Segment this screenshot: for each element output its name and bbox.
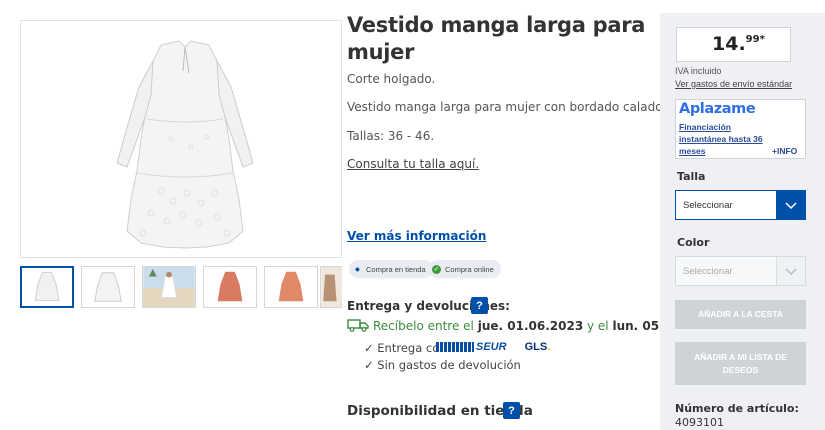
product-info: Vestido manga larga para mujer <box>347 12 647 66</box>
dress-thumbnail <box>204 267 256 307</box>
availability-help-button[interactable]: ? <box>503 402 520 419</box>
article-number: 4093101 <box>675 416 724 429</box>
thumbnail-3[interactable] <box>142 266 196 308</box>
vat-note: IVA incluido <box>675 66 722 76</box>
color-select-value: Seleccionar <box>683 266 733 277</box>
model-photo-thumbnail <box>321 267 342 307</box>
chevron-down-icon[interactable] <box>776 191 805 219</box>
aplazame-more-info[interactable]: +INFO <box>772 146 797 156</box>
gls-logo: GLS. <box>524 341 551 353</box>
dress-thumbnail <box>82 267 134 307</box>
thumbnail-strip <box>20 266 342 310</box>
dress-thumbnail <box>265 267 317 307</box>
dress-thumbnail <box>22 268 72 306</box>
aplazame-logo: Aplazame <box>679 101 756 117</box>
truck-icon <box>347 319 369 332</box>
product-fit: Corte holgado. <box>347 72 436 86</box>
add-to-wishlist-button[interactable]: AÑADIR A MI LISTA DE DESEOS <box>675 342 806 385</box>
more-info-link[interactable]: Ver más información <box>347 229 486 243</box>
seur-logo: SEUR <box>436 341 507 353</box>
price-main: 14. <box>712 33 746 55</box>
size-guide-link[interactable]: Consulta tu talla aquí. <box>347 157 479 171</box>
article-number-label: Número de artículo: <box>675 402 799 415</box>
size-select-value: Seleccionar <box>683 200 733 211</box>
gls-logo-text: GLS <box>524 341 548 353</box>
shipping-costs-link[interactable]: Ver gastos de envío estándar <box>675 79 792 89</box>
product-title: Vestido manga larga para mujer <box>347 13 646 64</box>
size-label: Talla <box>677 170 706 183</box>
delivery-date-from: jue. 01.06.2023 <box>477 319 584 333</box>
price-cents: 99* <box>745 34 765 45</box>
size-select[interactable]: Seleccionar <box>675 190 806 220</box>
store-purchase-badge: ● Compra en tienda <box>349 260 433 278</box>
add-to-cart-button[interactable]: AÑADIR A LA CESTA <box>675 300 806 329</box>
price: 14.99* <box>712 33 765 55</box>
chevron-down-icon[interactable] <box>776 257 805 285</box>
location-pin-icon: ● <box>354 264 361 274</box>
thumbnail-2[interactable] <box>81 266 135 308</box>
beach-photo-thumbnail <box>143 267 195 307</box>
delivery-with-label: ✓ Entrega con <box>364 341 447 355</box>
online-purchase-badge: ✓ Compra online <box>428 260 501 278</box>
product-sizes: Tallas: 36 - 46. <box>347 129 435 143</box>
seur-logo-text: SEUR <box>476 341 507 353</box>
thumbnail-1[interactable] <box>20 266 74 308</box>
check-circle-icon: ✓ <box>432 264 441 274</box>
store-purchase-label: Compra en tienda <box>366 264 426 274</box>
no-return-cost-label: ✓ Sin gastos de devolución <box>364 358 521 372</box>
dress-image <box>21 21 341 257</box>
delivery-connector: y el <box>587 319 609 333</box>
delivery-prefix: Recíbelo entre el <box>373 319 474 333</box>
thumbnail-4[interactable] <box>203 266 257 308</box>
main-product-image[interactable] <box>20 20 342 258</box>
thumbnail-5[interactable] <box>264 266 318 308</box>
delivery-help-button[interactable]: ? <box>471 297 488 314</box>
color-select[interactable]: Seleccionar <box>675 256 806 286</box>
online-purchase-label: Compra online <box>445 264 494 274</box>
color-label: Color <box>677 236 710 249</box>
carrier-logos: SEUR GLS. <box>436 339 550 355</box>
thumbnail-6[interactable] <box>320 266 342 308</box>
aplazame-financing-link[interactable]: Financiación instantánea hasta 36 meses <box>679 121 779 157</box>
